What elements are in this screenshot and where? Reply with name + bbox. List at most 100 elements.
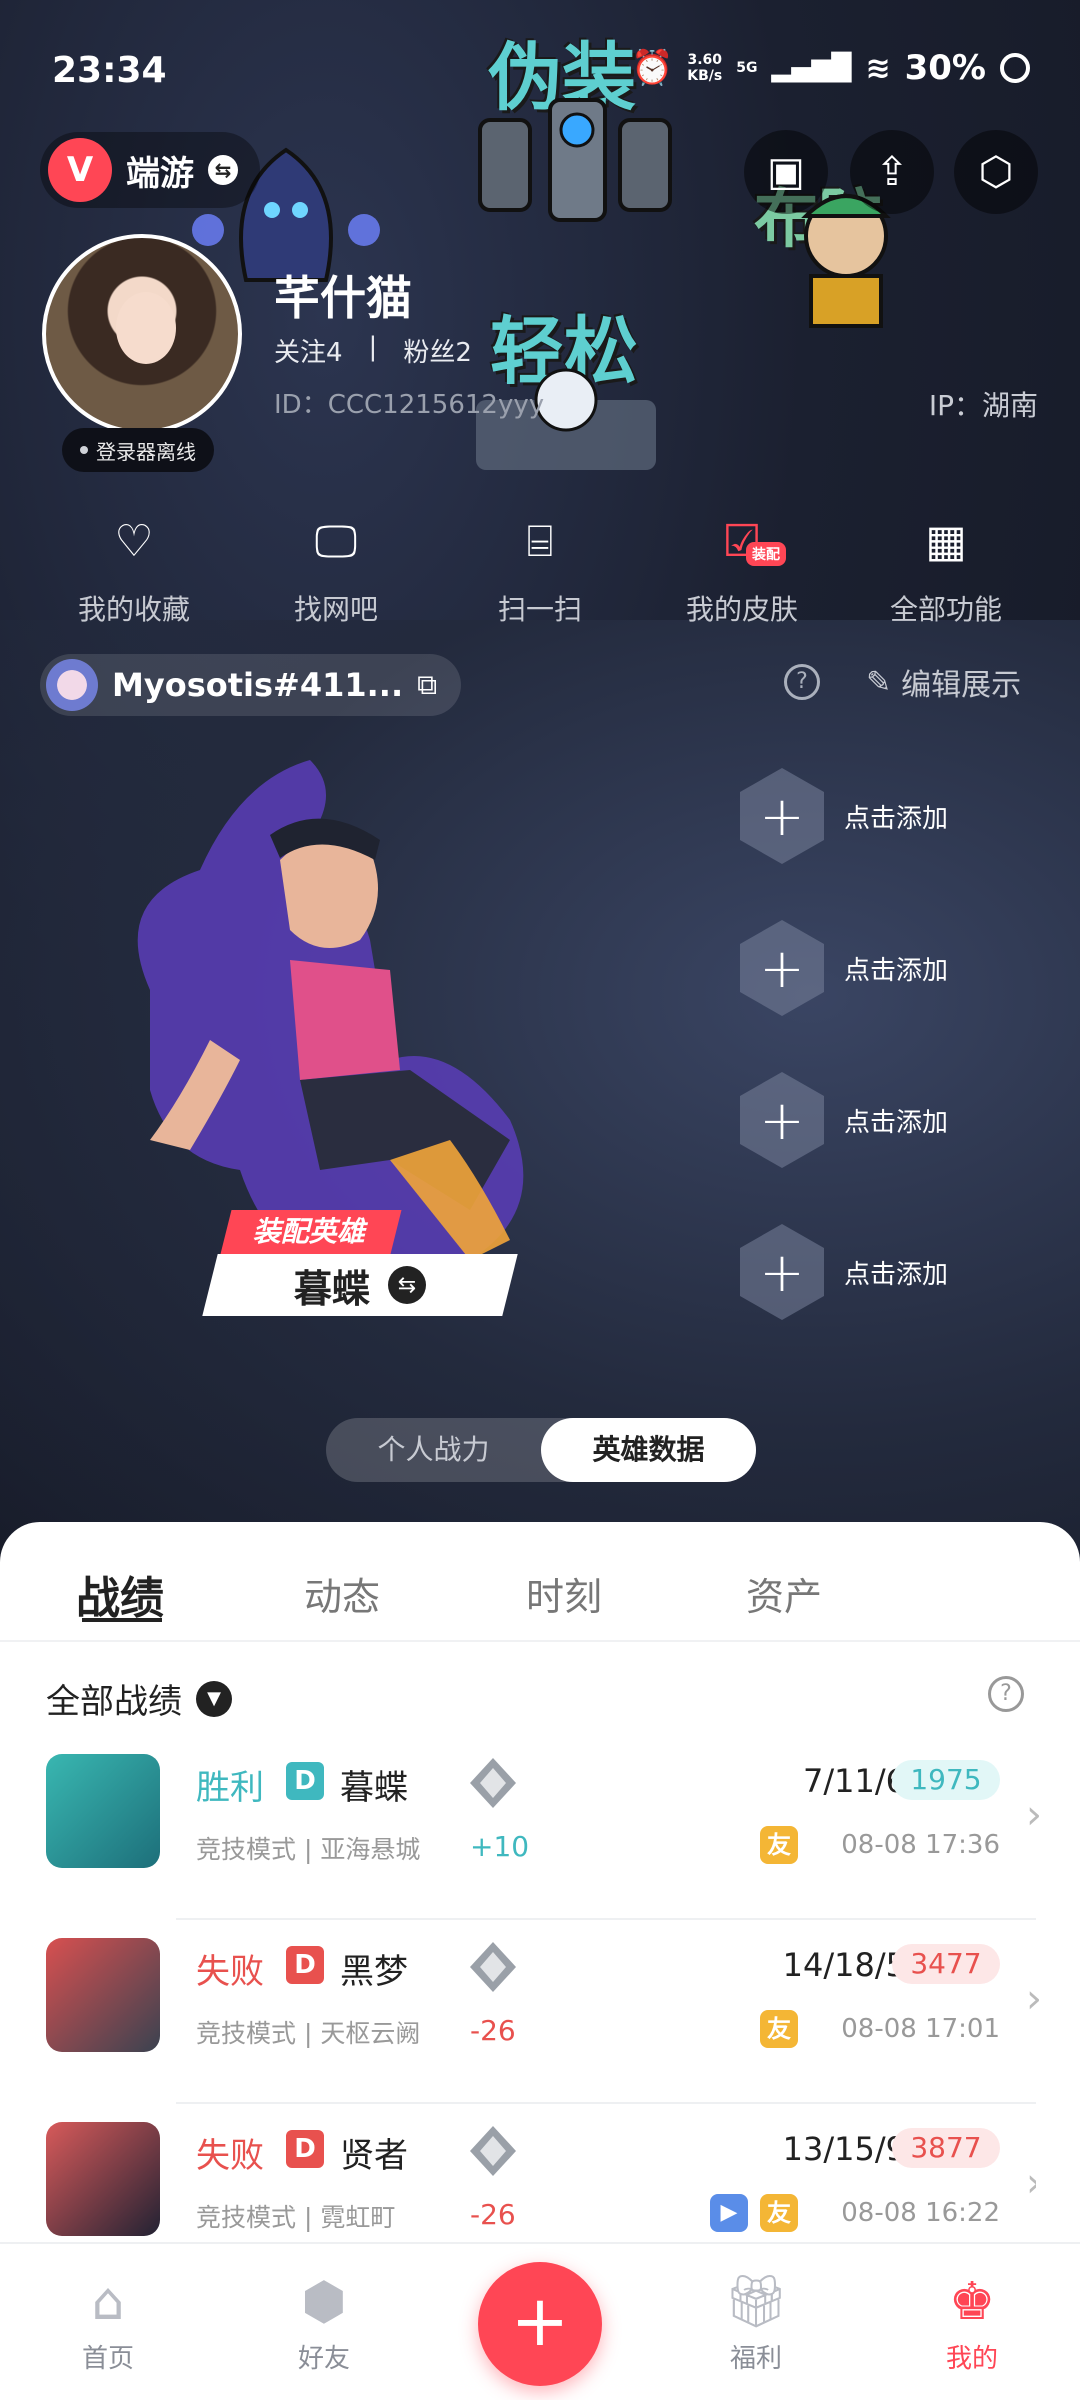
records-filter-label: 全部战绩 — [46, 1682, 182, 1722]
edit-display-label: 编辑展示 — [901, 668, 1022, 703]
alarm-icon: ⏰ — [630, 48, 674, 88]
add-slot-label: 点击添加 — [844, 1259, 949, 1290]
content-tabs: 战绩 动态 时刻 资产 — [0, 1522, 1080, 1642]
equipped-hero-name-box[interactable]: 暮蝶 ⇆ — [202, 1254, 518, 1316]
quick-action-label: 找网吧 — [293, 593, 378, 626]
chevron-right-icon: › — [1026, 2160, 1036, 2206]
match-time: 08-08 17:01 — [841, 2014, 1000, 2044]
add-slot-label: 点击添加 — [844, 1107, 949, 1138]
username: 芊什猫 — [274, 271, 412, 325]
add-slot[interactable]: + 点击添加 — [740, 918, 1060, 1018]
friend-badge-icon: 友 — [760, 2194, 798, 2232]
nav-friends[interactable]: ⬢ 好友 — [264, 2270, 384, 2375]
combat-score: 3477 — [892, 1944, 1000, 1984]
quick-action-scan[interactable]: ⌸ 扫一扫 — [432, 512, 648, 628]
rank-icon — [470, 2126, 516, 2176]
nav-home[interactable]: ⌂ 首页 — [48, 2270, 168, 2375]
agent-portrait — [46, 1938, 160, 2052]
quick-action-all-features[interactable]: ▦ 全部功能 — [838, 512, 1054, 628]
kda: 14/18/5 — [782, 1946, 906, 1984]
share-button[interactable]: ⇪ — [850, 130, 934, 214]
monitor-icon: 🖵 — [314, 516, 358, 567]
rank-badge: D — [286, 1762, 324, 1800]
swap-hero-icon[interactable]: ⇆ — [388, 1266, 426, 1304]
player-account-pill[interactable]: Myosotis#411... ⧉ — [40, 654, 462, 716]
copy-icon[interactable]: ⧉ — [417, 668, 437, 702]
battery-level: 30% — [904, 48, 986, 88]
tab-activity[interactable]: 动态 — [304, 1566, 380, 1621]
nav-benefits[interactable]: 🎁︎ 福利 — [696, 2270, 816, 2375]
toggle-hero-data[interactable]: 英雄数据 — [541, 1418, 756, 1482]
nav-mine[interactable]: ♚ 我的 — [912, 2270, 1032, 2375]
match-record-row[interactable]: 胜利 D 暮蝶 竞技模式 | 亚海悬城 +10 7/11/6 1975 友 08… — [46, 1740, 1042, 1920]
stats-toggle: 个人战力 英雄数据 — [326, 1418, 756, 1482]
match-record-row[interactable]: 失败 D 贤者 竞技模式 | 霓虹町 -26 13/15/9 3877 ▶ 友 … — [46, 2108, 1036, 2242]
avatar[interactable] — [42, 234, 242, 434]
launcher-status-pill: 登录器离线 — [62, 428, 214, 472]
swap-icon: ⇆ — [208, 155, 238, 185]
match-mode-map: 竞技模式 | 亚海悬城 — [196, 1835, 421, 1864]
fans-count[interactable]: 粉丝2 — [403, 332, 472, 369]
add-slot[interactable]: + 点击添加 — [740, 766, 1060, 866]
agent-name: 暮蝶 — [340, 1768, 408, 1808]
quick-action-favorites[interactable]: ♡ 我的收藏 — [26, 512, 242, 628]
offline-dot-icon — [80, 446, 88, 454]
rank-delta: +10 — [470, 1830, 530, 1863]
signal-icon: ▂▄▆█ — [771, 53, 852, 83]
create-post-button[interactable]: + — [478, 2262, 602, 2386]
player-name: Myosotis#411... — [112, 666, 404, 704]
profile-icon: ♚ — [948, 2272, 996, 2332]
plus-icon: + — [740, 920, 824, 1016]
game-switcher[interactable]: V 端游 ⇆ — [40, 132, 260, 208]
agent-portrait — [46, 1754, 160, 1868]
edit-display-button[interactable]: ✎ 编辑展示 — [866, 660, 1021, 704]
add-slot[interactable]: + 点击添加 — [740, 1070, 1060, 1170]
status-time: 23:34 — [52, 50, 167, 91]
chevron-right-icon: › — [1026, 1976, 1042, 2022]
follow-separator: | — [368, 332, 378, 362]
records-help-icon[interactable]: ? — [988, 1676, 1024, 1712]
toggle-personal-power[interactable]: 个人战力 — [326, 1418, 541, 1482]
quick-action-find-netcafe[interactable]: 🖵 找网吧 — [228, 512, 444, 628]
nav-label: 首页 — [81, 2344, 134, 2374]
brand-name: 端游 — [126, 153, 194, 194]
chevron-down-icon: ▼ — [196, 1680, 232, 1717]
home-icon: ⌂ — [91, 2272, 125, 2332]
friend-badge-icon: 友 — [760, 1826, 798, 1864]
edit-icon: ✎ — [866, 664, 892, 700]
records-filter[interactable]: 全部战绩 ▼ — [46, 1674, 232, 1723]
nav-label: 我的 — [945, 2344, 998, 2374]
avatar-face — [116, 292, 176, 364]
share-card-button[interactable]: ▣ — [744, 130, 828, 214]
match-record-row[interactable]: 失败 D 黑梦 竞技模式 | 天枢云阙 -26 14/18/5 3477 友 0… — [46, 1924, 1042, 2104]
kda: 13/15/9 — [782, 2130, 906, 2168]
match-mode-map: 竞技模式 | 霓虹町 — [196, 2203, 396, 2232]
follow-stats: 关注4 | 粉丝2 — [274, 332, 472, 369]
combat-score: 1975 — [892, 1760, 1000, 1800]
tab-moments[interactable]: 时刻 — [526, 1566, 602, 1621]
tab-assets[interactable]: 资产 — [746, 1566, 822, 1621]
following-count[interactable]: 关注4 — [274, 332, 343, 369]
chevron-right-icon: › — [1026, 1792, 1042, 1838]
tab-indicator — [82, 1614, 162, 1622]
add-slot[interactable]: + 点击添加 — [740, 1222, 1060, 1322]
add-slot-label: 点击添加 — [844, 803, 949, 834]
plus-icon: + — [740, 1072, 824, 1168]
agent-name: 贤者 — [340, 2136, 408, 2176]
agent-name: 黑梦 — [340, 1952, 408, 1992]
quick-action-skins[interactable]: ☑ 装配 我的皮肤 — [634, 512, 850, 628]
image-frame-icon: ▣ — [767, 149, 805, 195]
rank-badge: D — [286, 2130, 324, 2168]
status-right: ⏰ 3.60 KB/s 5G ▂▄▆█ ≋ 30% — [631, 48, 1030, 88]
settings-button[interactable]: ⬡ — [954, 130, 1038, 214]
divider — [0, 1640, 1080, 1642]
plus-icon: + — [740, 768, 824, 864]
gift-icon: 🎁︎ — [722, 2272, 789, 2332]
rank-delta: -26 — [470, 2014, 516, 2047]
settings-hex-icon: ⬡ — [978, 149, 1014, 195]
rank-icon — [470, 1758, 516, 1808]
quick-action-label: 我的皮肤 — [685, 593, 798, 626]
help-icon[interactable]: ? — [784, 664, 820, 700]
combat-score: 3877 — [892, 2128, 1000, 2168]
equipped-hero-tag: 装配英雄 — [220, 1210, 402, 1254]
